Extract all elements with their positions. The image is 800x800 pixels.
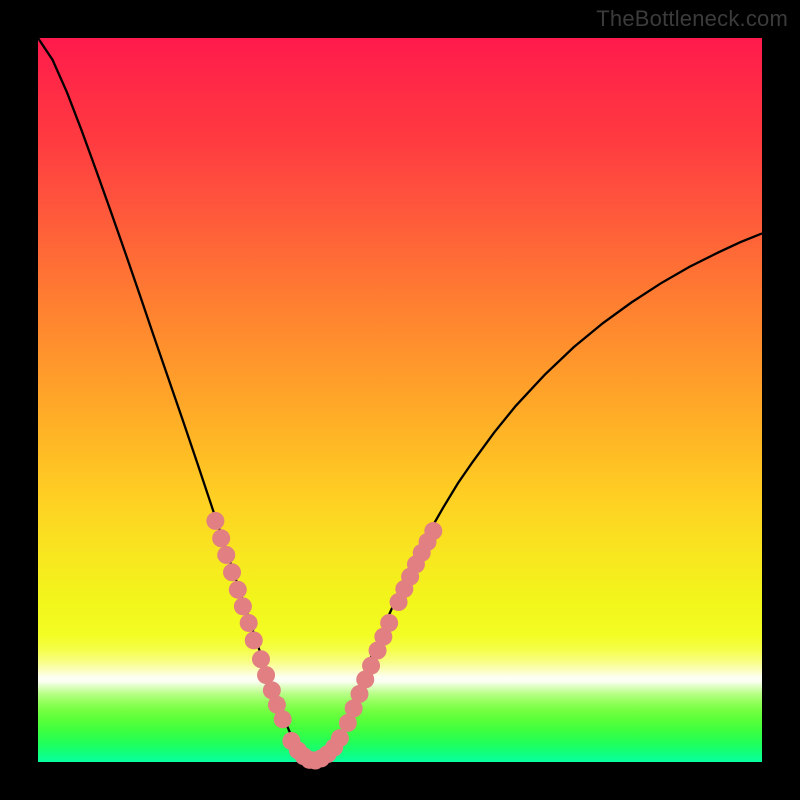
marker-dot	[380, 614, 398, 632]
marker-dot	[240, 614, 258, 632]
plot-area	[38, 38, 762, 762]
marker-dot	[234, 597, 252, 615]
marker-dot	[245, 631, 263, 649]
marker-dot	[206, 512, 224, 530]
chart-svg	[38, 38, 762, 762]
marker-dot	[223, 563, 241, 581]
marker-overlay	[206, 512, 442, 770]
marker-dot	[212, 529, 230, 547]
marker-dot	[274, 710, 292, 728]
marker-dot	[229, 581, 247, 599]
marker-dot	[424, 522, 442, 540]
watermark-text: TheBottleneck.com	[596, 6, 788, 32]
marker-dot	[252, 650, 270, 668]
outer-frame: TheBottleneck.com	[0, 0, 800, 800]
main-curve	[38, 38, 762, 761]
marker-dot	[331, 729, 349, 747]
marker-dot	[217, 546, 235, 564]
